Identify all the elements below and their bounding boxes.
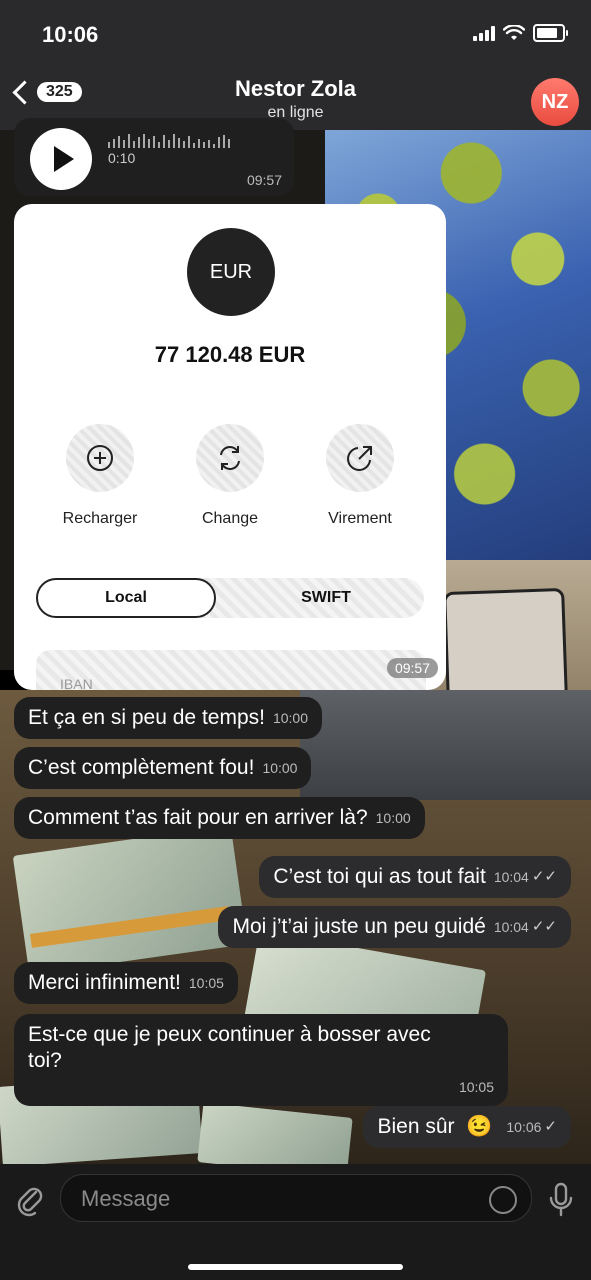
message-outgoing[interactable]: C’est toi qui as tout fait 10:04 ✓✓	[259, 856, 571, 899]
message-field	[60, 1174, 532, 1223]
message-time: 10:05	[458, 1079, 494, 1095]
voice-duration: 0:10	[108, 150, 136, 166]
message-input[interactable]	[79, 1175, 483, 1223]
iban-field: IBAN	[36, 650, 426, 690]
message-time: 10:04	[493, 869, 529, 886]
refresh-icon	[220, 446, 240, 470]
microphone-icon[interactable]	[548, 1182, 574, 1218]
balance-amount: 77 120.48 EUR	[154, 342, 306, 367]
play-icon	[54, 146, 74, 172]
contact-avatar[interactable]: NZ	[531, 78, 579, 126]
action-label: Virement	[328, 510, 392, 527]
send-arrow-icon	[347, 446, 372, 471]
message-incoming[interactable]: Et ça en si peu de temps! 10:00	[14, 697, 323, 740]
action-label: Change	[201, 510, 259, 527]
change-action: Change	[160, 424, 300, 528]
message-incoming[interactable]: Merci infiniment! 10:05	[14, 962, 238, 1005]
iban-label: IBAN	[60, 676, 93, 690]
chat-screen: 10:06 325 Nestor Zola en ligne NZ 0:10 0…	[0, 0, 591, 1280]
read-receipt-icon: ✓✓	[531, 918, 557, 936]
message-outgoing[interactable]: Bien sûr 😉 10:06 ✓	[363, 1106, 571, 1149]
status-time: 10:06	[42, 22, 99, 47]
currency-badge: EUR	[187, 228, 275, 316]
voice-message: 0:10 09:57	[14, 118, 294, 196]
status-bar: 10:06	[0, 0, 591, 62]
message-input-bar	[0, 1164, 591, 1280]
sent-check-icon: ✓	[544, 1118, 557, 1136]
wallet-screenshot-card[interactable]: EUR 77 120.48 EUR Recharger Change Virem…	[14, 204, 446, 690]
message-time: 10:06	[506, 1119, 542, 1136]
segment-swift: SWIFT	[301, 589, 351, 606]
play-button[interactable]	[30, 128, 92, 190]
paperclip-icon[interactable]	[16, 1184, 44, 1218]
home-indicator	[188, 1264, 403, 1270]
sticker-icon[interactable]	[489, 1186, 517, 1214]
signal-icon	[473, 25, 495, 41]
wifi-icon	[503, 25, 525, 40]
message-outgoing[interactable]: Moi j’t’ai juste un peu guidé 10:04 ✓✓	[218, 906, 571, 949]
plus-circle-icon	[87, 445, 113, 471]
transfer-action: Virement	[290, 424, 430, 528]
message-time: 10:04	[493, 919, 529, 936]
message-time: 09:57	[246, 172, 282, 188]
action-label: Recharger	[62, 510, 138, 527]
read-receipt-icon: ✓✓	[531, 868, 557, 886]
battery-icon	[533, 24, 568, 42]
message-text: Est-ce que je peux continuer à bosser av…	[28, 1023, 431, 1046]
segment-local: Local	[36, 578, 216, 618]
message-incoming[interactable]: Comment t’as fait pour en arriver là? 10:…	[14, 797, 425, 840]
wink-emoji: 😉	[466, 1115, 493, 1138]
waveform[interactable]	[108, 134, 230, 148]
message-incoming[interactable]: C’est complètement fou! 10:00	[14, 747, 312, 790]
contact-name[interactable]: Nestor Zola	[0, 76, 591, 102]
message-text: toi?	[28, 1049, 62, 1072]
transfer-type-toggle: Local SWIFT	[36, 578, 424, 618]
message-incoming[interactable]: Est-ce que je peux continuer à bosser av…	[14, 1014, 508, 1106]
recharge-action: Recharger	[30, 424, 170, 528]
message-time: 09:57	[386, 658, 438, 678]
